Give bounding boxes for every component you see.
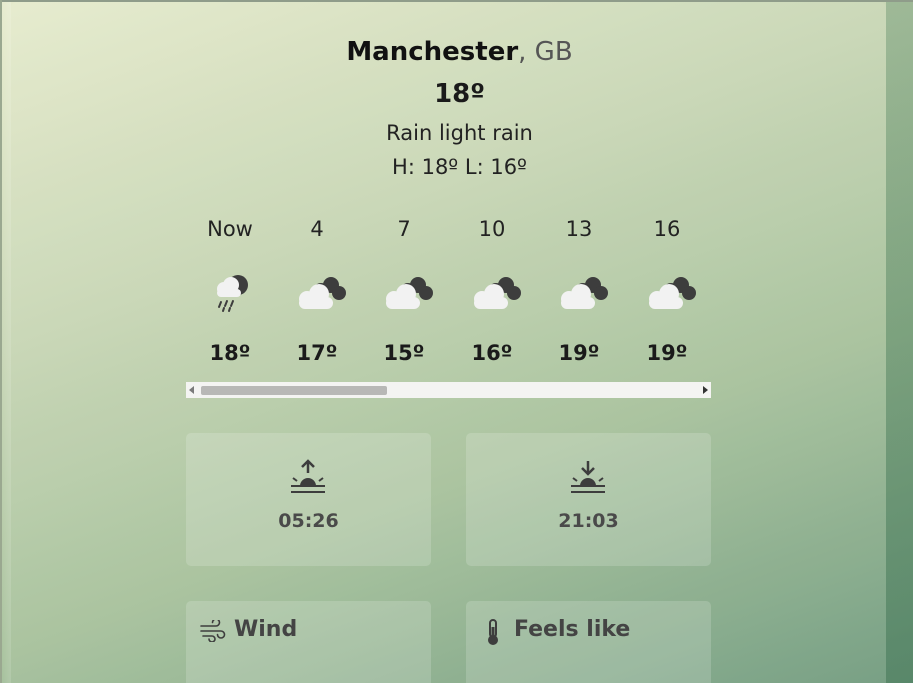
hour-temperature: 16º — [471, 341, 513, 365]
weather-card: Manchester, GB 18º Rain light rain H: 18… — [11, 2, 886, 683]
rain-cloud-icon — [217, 275, 248, 312]
broken-clouds-icon — [299, 277, 346, 309]
sunset-tile: 21:03 — [466, 433, 711, 566]
feels-like-label: Feels like — [514, 617, 631, 642]
city-name: Manchester — [346, 37, 519, 67]
hour-label: 7 — [397, 217, 411, 241]
hour-temperature: 18º — [209, 341, 251, 365]
sunset-icon — [571, 461, 605, 493]
scrollbar-thumb[interactable] — [201, 386, 387, 395]
hourly-item: 7 15º — [360, 215, 448, 365]
scroll-left-arrow-icon[interactable] — [189, 386, 194, 394]
hour-label: 13 — [565, 217, 593, 241]
wind-icon — [200, 620, 226, 642]
hour-label: 16 — [653, 217, 681, 241]
broken-clouds-icon — [474, 277, 521, 309]
country-code: , GB — [518, 37, 573, 67]
scroll-right-arrow-icon[interactable] — [703, 386, 708, 394]
broken-clouds-icon — [386, 277, 433, 309]
sunrise-tile: 05:26 — [186, 433, 431, 566]
hourly-item: 13 19º — [535, 215, 623, 365]
left-edge — [2, 2, 11, 683]
hour-temperature: 17º — [296, 341, 338, 365]
wind-label: Wind — [234, 617, 298, 642]
hourly-item: 4 17º — [273, 215, 361, 365]
hour-label: Now — [207, 217, 253, 241]
current-temperature: 18º — [434, 79, 485, 109]
sunrise-icon — [291, 459, 325, 493]
location-heading: Manchester, GB — [11, 36, 908, 68]
high-low-temperature: H: 18º L: 16º — [392, 155, 527, 179]
thermometer-icon — [488, 619, 498, 645]
hourly-scrollbar[interactable] — [186, 382, 711, 398]
hourly-item: 16 19º — [623, 215, 711, 365]
hourly-item: 10 16º — [448, 215, 536, 365]
hour-label: 4 — [310, 217, 324, 241]
hour-temperature: 19º — [646, 341, 688, 365]
feels-like-tile: Feels like — [466, 601, 711, 683]
sunrise-time: 05:26 — [278, 510, 339, 532]
broken-clouds-icon — [561, 277, 608, 309]
sunset-time: 21:03 — [558, 510, 619, 532]
hour-label: 10 — [478, 217, 506, 241]
hour-temperature: 19º — [558, 341, 600, 365]
broken-clouds-icon — [649, 277, 696, 309]
hour-temperature: 15º — [383, 341, 425, 365]
weather-description: Rain light rain — [386, 121, 533, 145]
hourly-item: Now 18º — [186, 215, 274, 365]
wind-tile: Wind — [186, 601, 431, 683]
